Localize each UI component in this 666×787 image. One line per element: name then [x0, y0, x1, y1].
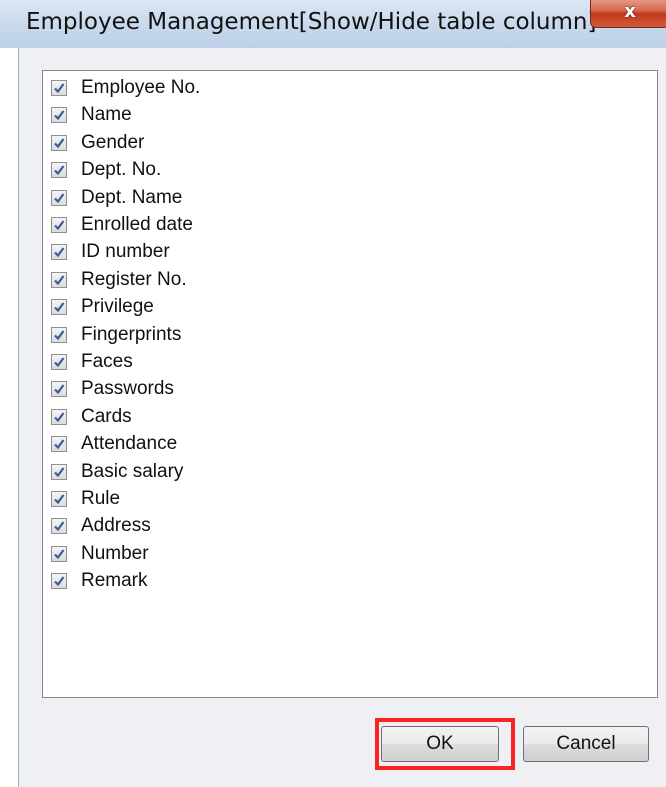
column-list[interactable]: Employee No. Name Gender Dept. No. Dept. Nam…: [42, 70, 658, 698]
window-title: Employee Management[Show/Hide table colu…: [26, 9, 597, 35]
checkmark-icon: [54, 110, 65, 121]
checkmark-icon: [54, 549, 65, 559]
checkmark-icon: [54, 302, 65, 313]
checkbox[interactable]: [51, 299, 67, 316]
checkmark-icon: [54, 494, 65, 505]
column-item[interactable]: Dept. No.: [51, 158, 161, 182]
checkbox[interactable]: [51, 326, 67, 343]
close-button[interactable]: x: [590, 0, 666, 28]
checkbox[interactable]: [51, 518, 67, 535]
column-item[interactable]: Employee No.: [51, 76, 200, 100]
checkbox[interactable]: [51, 354, 67, 370]
column-item[interactable]: Faces: [51, 350, 133, 374]
column-item[interactable]: Passwords: [51, 377, 174, 401]
checkmark-icon: [54, 83, 65, 94]
column-item[interactable]: Remark: [51, 569, 148, 593]
checkbox[interactable]: [51, 244, 67, 261]
checkbox[interactable]: [51, 436, 67, 453]
checkbox[interactable]: [51, 271, 67, 288]
column-item-label: Address: [81, 515, 151, 537]
column-item-label: Cards: [81, 405, 132, 427]
column-item[interactable]: Address: [51, 514, 151, 538]
column-item[interactable]: Basic salary: [51, 460, 183, 484]
checkbox[interactable]: [51, 80, 67, 96]
checkmark-icon: [54, 357, 65, 368]
checkmark-icon: [54, 384, 65, 395]
column-item-label: Attendance: [81, 433, 178, 455]
checkmark-icon: [54, 192, 65, 203]
checkmark-icon: [54, 412, 65, 422]
column-item[interactable]: Fingerprints: [51, 323, 181, 347]
column-item[interactable]: Gender: [51, 131, 144, 155]
column-item[interactable]: Register No.: [51, 268, 187, 292]
column-item[interactable]: Dept. Name: [51, 186, 182, 210]
column-item-label: ID number: [81, 241, 170, 263]
checkmark-icon: [54, 329, 65, 340]
column-item[interactable]: Rule: [51, 487, 120, 511]
dialog-window: Employee Management[Show/Hide table colu…: [0, 0, 666, 787]
checkmark-icon: [54, 275, 65, 285]
checkbox[interactable]: [51, 573, 67, 590]
checkmark-icon: [54, 576, 65, 587]
title-bar[interactable]: Employee Management[Show/Hide table colu…: [0, 0, 666, 48]
close-icon: x: [624, 1, 636, 22]
checkmark-icon: [54, 247, 65, 258]
column-item-label: Remark: [81, 570, 148, 592]
checkmark-icon: [54, 220, 65, 231]
checkbox[interactable]: [51, 381, 67, 398]
checkmark-icon: [54, 138, 65, 148]
column-item-label: Employee No.: [81, 77, 201, 98]
column-item-label: Privilege: [81, 296, 154, 318]
column-item-label: Name: [81, 104, 132, 126]
checkmark-icon: [54, 165, 65, 176]
column-item-label: Passwords: [81, 378, 174, 400]
column-item-label: Dept. Name: [81, 186, 183, 208]
cancel-button[interactable]: Cancel: [523, 726, 649, 762]
checkbox[interactable]: [51, 189, 67, 206]
column-item-label: Enrolled date: [81, 214, 193, 235]
column-item[interactable]: Enrolled date: [51, 213, 193, 237]
column-item-label: Register No.: [81, 268, 187, 290]
ok-button[interactable]: OK: [381, 726, 499, 762]
column-item[interactable]: Attendance: [51, 432, 177, 456]
checkmark-icon: [54, 521, 65, 532]
column-item[interactable]: Privilege: [51, 295, 154, 319]
column-item[interactable]: Number: [51, 542, 149, 566]
checkmark-icon: [54, 466, 65, 477]
checkbox[interactable]: [51, 545, 67, 562]
column-item-label: Rule: [81, 488, 121, 509]
column-item-label: Number: [81, 542, 149, 564]
checkbox[interactable]: [51, 162, 67, 179]
checkbox[interactable]: [51, 408, 67, 425]
checkbox[interactable]: [51, 491, 67, 507]
column-item-label: Faces: [81, 351, 133, 372]
column-item-label: Dept. No.: [81, 159, 162, 181]
checkbox[interactable]: [51, 107, 67, 124]
column-item-label: Fingerprints: [81, 323, 182, 345]
column-item-label: Basic salary: [81, 460, 184, 482]
checkbox[interactable]: [51, 134, 67, 151]
column-item-label: Gender: [81, 131, 145, 153]
column-item[interactable]: Name: [51, 103, 132, 127]
checkbox[interactable]: [51, 463, 67, 480]
checkbox[interactable]: [51, 217, 67, 233]
checkmark-icon: [54, 439, 65, 450]
column-item[interactable]: ID number: [51, 240, 170, 264]
column-item[interactable]: Cards: [51, 405, 132, 429]
